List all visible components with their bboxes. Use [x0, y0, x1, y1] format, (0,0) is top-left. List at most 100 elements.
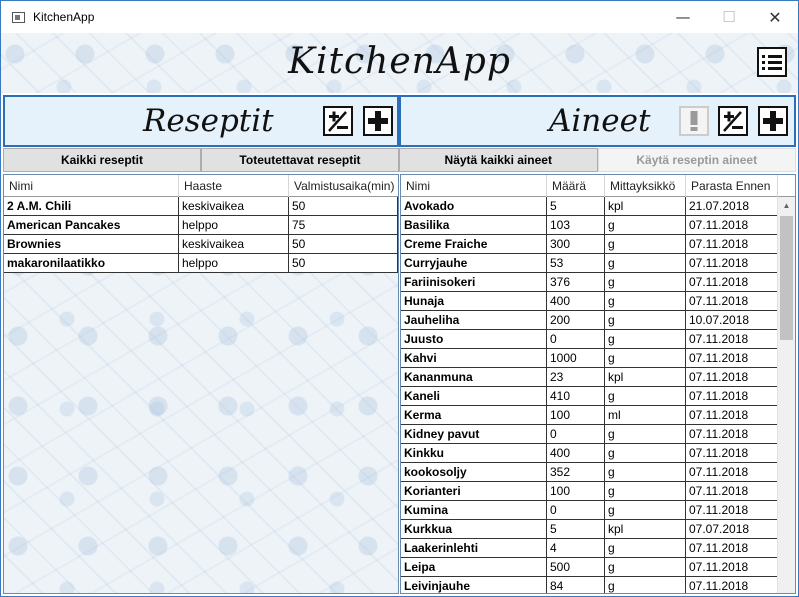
title-bar[interactable]: KitchenApp — ☐ ✕	[1, 1, 798, 33]
ingredient-best-before-cell[interactable]: 07.11.2018	[686, 558, 778, 577]
tab-recipe-ingredients[interactable]: Käytä reseptin aineet	[597, 148, 796, 172]
table-row[interactable]: Kidney pavut 0 g 07.11.2018	[401, 425, 795, 444]
scroll-up-icon[interactable]: ▲	[778, 197, 795, 214]
table-row[interactable]: Laakerinlehti 4 g 07.11.2018	[401, 539, 795, 558]
ingredient-name-cell[interactable]: Korianteri	[401, 482, 547, 501]
column-header-unit[interactable]: Mittayksikkö	[605, 175, 686, 197]
ingredient-amount-cell[interactable]: 23	[547, 368, 605, 387]
ingredient-name-cell[interactable]: Juusto	[401, 330, 547, 349]
column-header-best-before[interactable]: Parasta Ennen	[686, 175, 778, 197]
column-header-amount[interactable]: Määrä	[547, 175, 605, 197]
recipe-time-cell[interactable]: 75	[289, 216, 398, 235]
ingredient-best-before-cell[interactable]: 07.11.2018	[686, 482, 778, 501]
ingredient-name-cell[interactable]: Kinkku	[401, 444, 547, 463]
table-row[interactable]: Kahvi 1000 g 07.11.2018	[401, 349, 795, 368]
tab-doable-recipes[interactable]: Toteutettavat reseptit	[201, 148, 399, 172]
ingredient-name-cell[interactable]: Fariinisokeri	[401, 273, 547, 292]
table-row[interactable]: Juusto 0 g 07.11.2018	[401, 330, 795, 349]
ingredient-name-cell[interactable]: Jauheliha	[401, 311, 547, 330]
ingredient-unit-cell[interactable]: g	[605, 482, 686, 501]
ingredient-name-cell[interactable]: Leipa	[401, 558, 547, 577]
ingredient-best-before-cell[interactable]: 07.11.2018	[686, 330, 778, 349]
ingredient-unit-cell[interactable]: g	[605, 425, 686, 444]
ingredient-best-before-cell[interactable]: 07.11.2018	[686, 235, 778, 254]
table-row[interactable]: Brownies keskivaikea 50	[4, 235, 398, 254]
vertical-scrollbar[interactable]: ▲	[777, 197, 795, 593]
ingredient-amount-cell[interactable]: 500	[547, 558, 605, 577]
ingredient-amount-cell[interactable]: 200	[547, 311, 605, 330]
recipe-name-cell[interactable]: American Pancakes	[4, 216, 179, 235]
recipe-name-cell[interactable]: Brownies	[4, 235, 179, 254]
ingredient-name-cell[interactable]: Kumina	[401, 501, 547, 520]
table-row[interactable]: Basilika 103 g 07.11.2018	[401, 216, 795, 235]
ingredient-name-cell[interactable]: Kahvi	[401, 349, 547, 368]
ingredient-name-cell[interactable]: Kaneli	[401, 387, 547, 406]
tab-all-ingredients[interactable]: Näytä kaikki aineet	[399, 148, 598, 172]
warning-button[interactable]	[679, 106, 709, 136]
table-row[interactable]: Fariinisokeri 376 g 07.11.2018	[401, 273, 795, 292]
ingredient-unit-cell[interactable]: g	[605, 387, 686, 406]
menu-list-icon[interactable]	[757, 47, 787, 77]
edit-ingredient-button[interactable]	[718, 106, 748, 136]
recipe-name-cell[interactable]: makaronilaatikko	[4, 254, 179, 273]
ingredient-amount-cell[interactable]: 5	[547, 520, 605, 539]
ingredient-amount-cell[interactable]: 400	[547, 444, 605, 463]
ingredient-amount-cell[interactable]: 84	[547, 577, 605, 593]
table-row[interactable]: Avokado 5 kpl 21.07.2018	[401, 197, 795, 216]
ingredient-unit-cell[interactable]: g	[605, 311, 686, 330]
ingredient-unit-cell[interactable]: g	[605, 330, 686, 349]
table-row[interactable]: Curryjauhe 53 g 07.11.2018	[401, 254, 795, 273]
ingredient-amount-cell[interactable]: 376	[547, 273, 605, 292]
ingredient-name-cell[interactable]: Kidney pavut	[401, 425, 547, 444]
ingredient-best-before-cell[interactable]: 07.11.2018	[686, 444, 778, 463]
ingredient-amount-cell[interactable]: 400	[547, 292, 605, 311]
table-row[interactable]: American Pancakes helppo 75	[4, 216, 398, 235]
ingredient-name-cell[interactable]: Basilika	[401, 216, 547, 235]
ingredient-best-before-cell[interactable]: 07.11.2018	[686, 406, 778, 425]
add-recipe-button[interactable]	[363, 106, 393, 136]
table-row[interactable]: Kerma 100 ml 07.11.2018	[401, 406, 795, 425]
ingredient-amount-cell[interactable]: 0	[547, 501, 605, 520]
ingredient-best-before-cell[interactable]: 07.11.2018	[686, 254, 778, 273]
ingredient-name-cell[interactable]: Hunaja	[401, 292, 547, 311]
ingredient-name-cell[interactable]: Laakerinlehti	[401, 539, 547, 558]
table-row[interactable]: Creme Fraiche 300 g 07.11.2018	[401, 235, 795, 254]
ingredient-unit-cell[interactable]: g	[605, 444, 686, 463]
ingredient-best-before-cell[interactable]: 21.07.2018	[686, 197, 778, 216]
ingredient-amount-cell[interactable]: 100	[547, 482, 605, 501]
ingredient-unit-cell[interactable]: g	[605, 577, 686, 593]
ingredient-name-cell[interactable]: kookosoljy	[401, 463, 547, 482]
ingredient-name-cell[interactable]: Kerma	[401, 406, 547, 425]
ingredient-unit-cell[interactable]: ml	[605, 406, 686, 425]
recipe-challenge-cell[interactable]: keskivaikea	[179, 235, 289, 254]
recipe-challenge-cell[interactable]: keskivaikea	[179, 197, 289, 216]
ingredient-unit-cell[interactable]: g	[605, 273, 686, 292]
ingredient-amount-cell[interactable]: 410	[547, 387, 605, 406]
table-row[interactable]: Kinkku 400 g 07.11.2018	[401, 444, 795, 463]
ingredient-amount-cell[interactable]: 0	[547, 425, 605, 444]
recipe-time-cell[interactable]: 50	[289, 197, 398, 216]
ingredient-name-cell[interactable]: Creme Fraiche	[401, 235, 547, 254]
table-row[interactable]: Jauheliha 200 g 10.07.2018	[401, 311, 795, 330]
recipe-challenge-cell[interactable]: helppo	[179, 216, 289, 235]
table-row[interactable]: 2 A.M. Chili keskivaikea 50	[4, 197, 398, 216]
table-row[interactable]: Kumina 0 g 07.11.2018	[401, 501, 795, 520]
ingredient-best-before-cell[interactable]: 07.11.2018	[686, 368, 778, 387]
column-header-name[interactable]: Nimi	[401, 175, 547, 197]
ingredient-amount-cell[interactable]: 0	[547, 330, 605, 349]
ingredient-unit-cell[interactable]: g	[605, 292, 686, 311]
table-row[interactable]: Leivinjauhe 84 g 07.11.2018	[401, 577, 795, 593]
table-row[interactable]: kookosoljy 352 g 07.11.2018	[401, 463, 795, 482]
ingredient-name-cell[interactable]: Kananmuna	[401, 368, 547, 387]
ingredient-best-before-cell[interactable]: 07.11.2018	[686, 349, 778, 368]
ingredient-unit-cell[interactable]: g	[605, 539, 686, 558]
ingredient-name-cell[interactable]: Leivinjauhe	[401, 577, 547, 593]
ingredient-best-before-cell[interactable]: 07.11.2018	[686, 292, 778, 311]
table-row[interactable]: makaronilaatikko helppo 50	[4, 254, 398, 273]
ingredient-amount-cell[interactable]: 100	[547, 406, 605, 425]
ingredient-best-before-cell[interactable]: 07.11.2018	[686, 273, 778, 292]
ingredient-unit-cell[interactable]: g	[605, 501, 686, 520]
ingredient-amount-cell[interactable]: 352	[547, 463, 605, 482]
ingredient-best-before-cell[interactable]: 07.11.2018	[686, 425, 778, 444]
tab-all-recipes[interactable]: Kaikki reseptit	[3, 148, 201, 172]
